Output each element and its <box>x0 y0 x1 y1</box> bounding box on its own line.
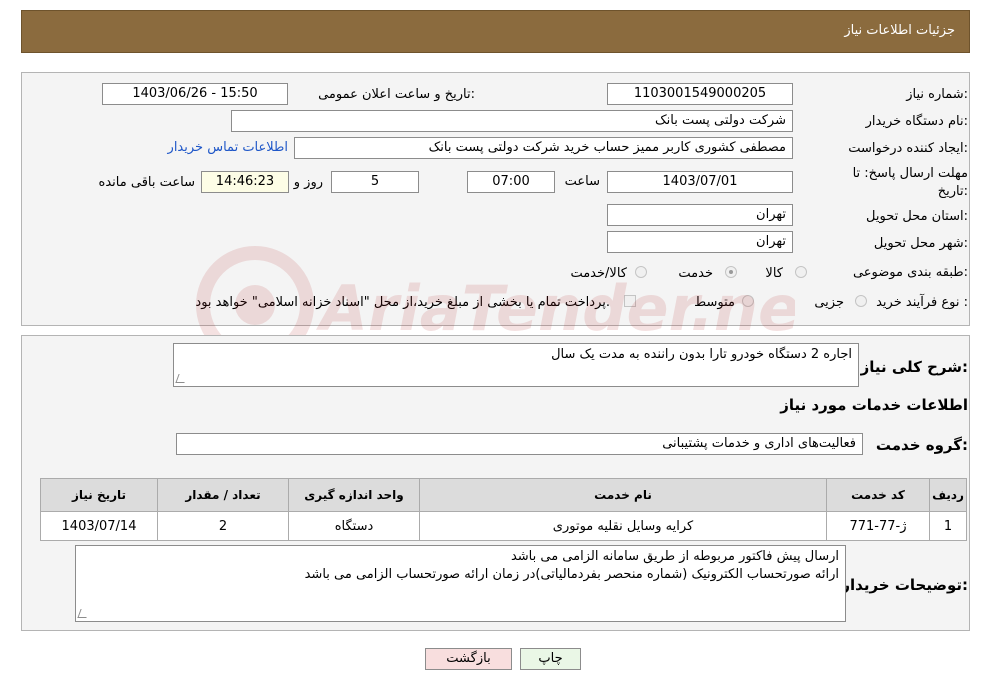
process-radio-medium[interactable] <box>742 295 754 307</box>
table-row: 1 ژ-77-771 کرایه وسایل نقلیه موتوری دستگ… <box>40 511 967 541</box>
need-number-field: 1103001549000205 <box>607 83 793 105</box>
summary-text: اجاره 2 دستگاه خودرو تارا بدون راننده به… <box>551 347 852 362</box>
buyer-org-label: نام دستگاه خریدار: <box>865 114 968 129</box>
province-label: استان محل تحویل: <box>866 209 968 224</box>
buyer-org-field: شرکت دولتی پست بانک <box>231 110 793 132</box>
resize-grip-icon[interactable] <box>77 609 90 618</box>
category-option-service: خدمت <box>678 266 713 281</box>
resize-grip-icon[interactable] <box>175 374 188 383</box>
province-field: تهران <box>607 204 793 226</box>
category-radio-goods-service[interactable] <box>635 266 647 278</box>
cell-need-date: 1403/07/14 <box>40 511 158 541</box>
city-label: شهر محل تحویل: <box>873 236 968 251</box>
remaining-time-field: 14:46:23 <box>201 171 289 193</box>
summary-label: شرح کلی نیاز: <box>860 358 968 376</box>
page-title: جزئیات اطلاعات نیاز <box>844 23 955 38</box>
buyer-notes-textarea[interactable]: ارسال پیش فاکتور مربوطه از طریق سامانه ا… <box>75 545 846 622</box>
deadline-time-label: ساعت <box>564 174 600 189</box>
services-table: ردیف کد خدمت نام خدمت واحد اندازه گیری ت… <box>40 478 967 541</box>
announce-label: تاریخ و ساعت اعلان عمومی: <box>318 87 475 102</box>
creator-label: ایجاد کننده درخواست: <box>848 141 968 156</box>
category-radio-service[interactable] <box>725 266 737 278</box>
cell-service-name: کرایه وسایل نقلیه موتوری <box>419 511 827 541</box>
need-number-label: شماره نیاز: <box>906 87 968 102</box>
category-option-goods: کالا <box>765 266 783 281</box>
category-option-goods-service: کالا/خدمت <box>570 266 627 281</box>
category-label: طبقه بندی موضوعی: <box>852 265 968 280</box>
deadline-date-field: 1403/07/01 <box>607 171 793 193</box>
remaining-days-label: روز و <box>293 175 323 190</box>
buyer-notes-line-1: ارسال پیش فاکتور مربوطه از طریق سامانه ا… <box>510 549 839 564</box>
service-group-field: فعالیت‌های اداری و خدمات پشتیبانی <box>176 433 863 455</box>
announce-field: 1403/06/26 - 15:50 <box>102 83 288 105</box>
deadline-label-date: تاریخ: <box>937 184 968 199</box>
city-field: تهران <box>607 231 793 253</box>
cell-service-code: ژ-77-771 <box>826 511 930 541</box>
back-button[interactable]: بازگشت <box>425 648 512 670</box>
process-label: نوع فرآیند خرید : <box>876 295 968 310</box>
service-group-label: گروه خدمت: <box>875 436 968 454</box>
buyer-contact-link[interactable]: اطلاعات تماس خریدار <box>168 140 288 155</box>
treasury-payment-checkbox[interactable] <box>624 295 636 307</box>
remaining-days-field: 5 <box>331 171 419 193</box>
col-header-quantity: تعداد / مقدار <box>157 478 289 512</box>
col-header-service-code: کد خدمت <box>826 478 930 512</box>
creator-field: مصطفی کشوری کاربر ممیز حساب خرید شرکت دو… <box>294 137 793 159</box>
cell-unit: دستگاه <box>288 511 420 541</box>
col-header-need-date: تاریخ نیاز <box>40 478 158 512</box>
buyer-notes-line-2: ارائه صورتحساب الکترونیک (شماره منحصر بف… <box>304 567 839 582</box>
process-radio-minor[interactable] <box>855 295 867 307</box>
deadline-time-field: 07:00 <box>467 171 555 193</box>
category-radio-goods[interactable] <box>795 266 807 278</box>
table-header-row: ردیف کد خدمت نام خدمت واحد اندازه گیری ت… <box>40 478 967 512</box>
deadline-label: مهلت ارسال پاسخ: تا <box>852 166 968 181</box>
cell-row-number: 1 <box>929 511 967 541</box>
col-header-row-number: ردیف <box>929 478 967 512</box>
cell-quantity: 2 <box>157 511 289 541</box>
summary-textarea[interactable]: اجاره 2 دستگاه خودرو تارا بدون راننده به… <box>173 343 859 387</box>
remaining-time-label: ساعت باقی مانده <box>98 175 195 190</box>
process-option-minor: جزیی <box>814 295 844 310</box>
treasury-payment-note: پرداخت تمام یا بخشی از مبلغ خرید،از محل … <box>195 295 610 310</box>
col-header-unit: واحد اندازه گیری <box>288 478 420 512</box>
buyer-notes-label: توضیحات خریدار: <box>841 576 968 594</box>
print-button[interactable]: چاپ <box>520 648 581 670</box>
col-header-service-name: نام خدمت <box>419 478 827 512</box>
page-header: جزئیات اطلاعات نیاز <box>21 10 970 53</box>
services-section-title: اطلاعات خدمات مورد نیاز <box>780 396 968 414</box>
process-option-medium: متوسط <box>694 295 735 310</box>
